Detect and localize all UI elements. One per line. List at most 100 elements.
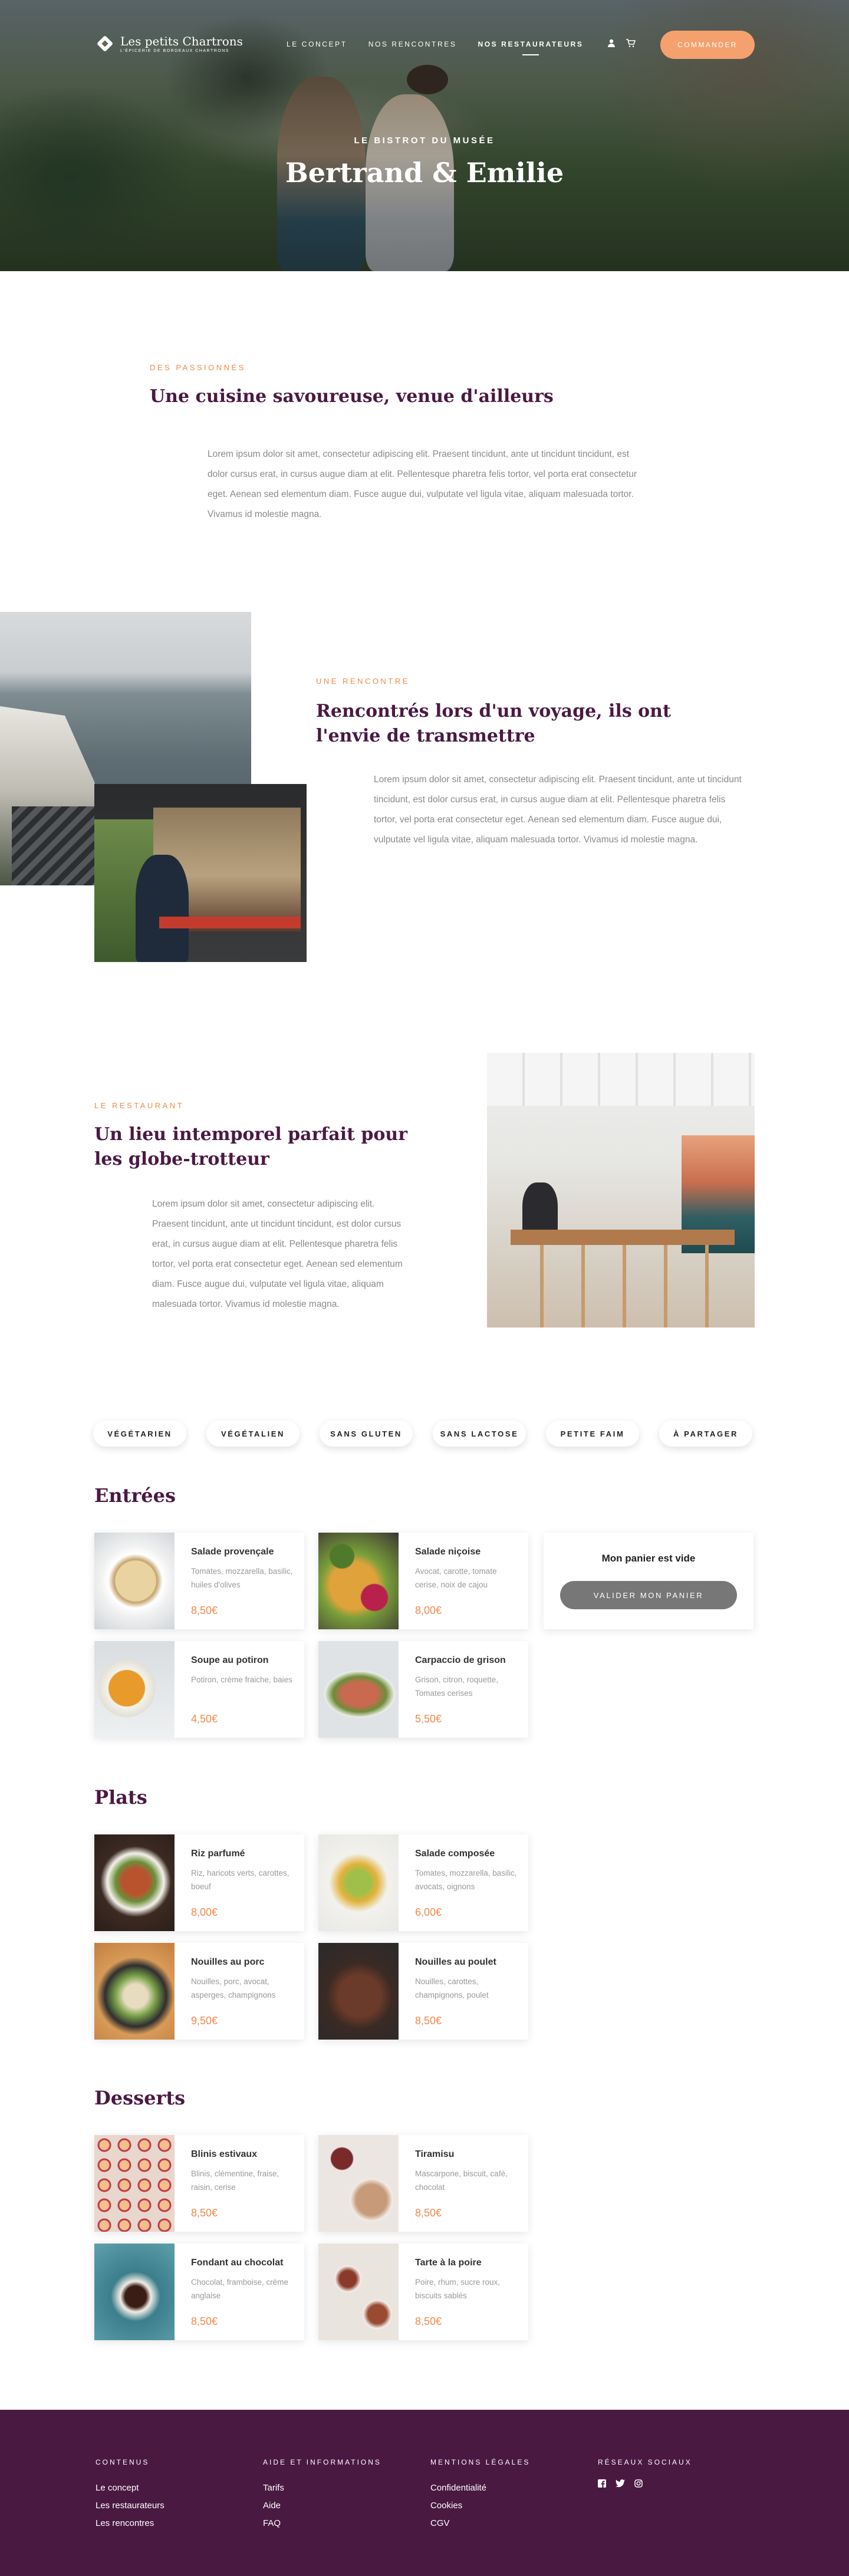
- dish-name: Carpaccio de grison: [415, 1655, 506, 1665]
- menu-card[interactable]: Nouilles au porc Nouilles, porc, avocat,…: [94, 1943, 304, 2040]
- menu-card[interactable]: Nouilles au poulet Nouilles, carottes, c…: [318, 1943, 528, 2040]
- site-footer: Contenus Le concept Les restaurateurs Le…: [0, 2410, 849, 2576]
- section2-title: Rencontrés lors d'un voyage, ils ont l'e…: [316, 701, 671, 746]
- dish-description: Tomates, mozzarella, basilic, huiles d'o…: [191, 1567, 293, 1589]
- dish-name: Tarte à la poire: [415, 2258, 482, 2268]
- footer-link-confidentialite[interactable]: Confidentialité: [430, 2479, 530, 2497]
- dish-photo: [318, 1943, 399, 2040]
- logo-diamond-icon: [94, 33, 116, 54]
- filter-vegetalien[interactable]: Végétalien: [206, 1421, 300, 1447]
- dish-description: Riz, haricots verts, carottes, boeuf: [191, 1869, 289, 1891]
- dish-photo: [94, 1641, 175, 1738]
- dish-description: Potiron, crème fraiche, baies: [191, 1675, 292, 1684]
- dish-photo: [94, 1533, 175, 1629]
- menu-card[interactable]: Soupe au potiron Potiron, crème fraiche,…: [94, 1641, 304, 1738]
- category-title-desserts: Desserts: [94, 2087, 186, 2109]
- site-logo[interactable]: Les petits Chartrons L'épicerie de Borde…: [94, 33, 243, 54]
- dish-photo: [94, 2135, 175, 2232]
- footer-link-cookies[interactable]: Cookies: [430, 2497, 530, 2515]
- dish-name: Salade composée: [415, 1849, 495, 1859]
- footer-link-aide[interactable]: Aide: [263, 2497, 381, 2515]
- menu-card[interactable]: Carpaccio de grison Grison, citron, roqu…: [318, 1641, 528, 1738]
- filter-vegetarien[interactable]: Végétarien: [93, 1421, 186, 1447]
- order-button[interactable]: Commander: [660, 31, 755, 59]
- dish-photo: [94, 1943, 175, 2040]
- dish-photo: [318, 1533, 399, 1629]
- user-icon[interactable]: [607, 39, 616, 49]
- dish-description: Tomates, mozzarella, basilic, avocats, o…: [415, 1869, 517, 1891]
- section1-kicker: Des passionnés: [150, 363, 246, 372]
- dish-price: 8,50€: [415, 2315, 442, 2327]
- dish-description: Chocolat, framboise, crème anglaise: [191, 2278, 289, 2300]
- dish-photo: [94, 1834, 175, 1931]
- dish-price: 8,50€: [191, 1605, 218, 1616]
- dish-price: 8,50€: [415, 2207, 442, 2219]
- photo-restaurant-interior: [487, 1053, 755, 1327]
- dish-description: Nouilles, porc, avocat, asperges, champi…: [191, 1977, 276, 1999]
- dish-name: Nouilles au porc: [191, 1957, 265, 1967]
- validate-cart-button[interactable]: Valider mon panier: [560, 1581, 737, 1609]
- menu-card[interactable]: Riz parfumé Riz, haricots verts, carotte…: [94, 1834, 304, 1931]
- dish-photo: [318, 2244, 399, 2340]
- filter-petite-faim[interactable]: Petite faim: [546, 1421, 639, 1447]
- menu-card[interactable]: Tiramisu Mascarpone, biscuit, café, choc…: [318, 2135, 528, 2232]
- dish-price: 4,50€: [191, 1713, 218, 1725]
- dish-price: 8,50€: [415, 2015, 442, 2027]
- menu-card[interactable]: Fondant au chocolat Chocolat, framboise,…: [94, 2244, 304, 2340]
- hero-kicker: Le Bistrot du Musée: [354, 136, 495, 146]
- logo-tagline: L'épicerie de Bordeaux Chartrons: [120, 48, 229, 53]
- dish-description: Poire, rhum, sucre roux, biscuits sablés: [415, 2278, 501, 2300]
- category-title-entrees: Entrées: [94, 1484, 176, 1507]
- logo-name: Les petits Chartrons: [120, 34, 243, 48]
- dish-description: Mascarpone, biscuit, café, chocolat: [415, 2169, 508, 2192]
- dish-description: Avocat, carotte, tomate cerise, noix de …: [415, 1567, 497, 1589]
- cart-icon[interactable]: [626, 39, 636, 49]
- footer-link-faq[interactable]: FAQ: [263, 2515, 381, 2532]
- menu-card[interactable]: Tarte à la poire Poire, rhum, sucre roux…: [318, 2244, 528, 2340]
- nav-link-rencontres[interactable]: Nos rencontres: [368, 40, 457, 48]
- section2-text: Lorem ipsum dolor sit amet, consectetur …: [374, 775, 742, 845]
- facebook-icon[interactable]: [598, 2479, 606, 2490]
- section3-title: Un lieu intemporel parfait pour les glob…: [94, 1124, 408, 1170]
- twitter-icon[interactable]: [616, 2479, 625, 2490]
- footer-heading-contenus: Contenus: [96, 2458, 150, 2466]
- section3-text: Lorem ipsum dolor sit amet, consectetur …: [152, 1199, 403, 1309]
- footer-heading-reseaux: Réseaux sociaux: [598, 2458, 692, 2466]
- footer-link-cgv[interactable]: CGV: [430, 2515, 530, 2532]
- filter-sans-lactose[interactable]: Sans lactose: [433, 1421, 526, 1447]
- dish-price: 8,00€: [415, 1605, 442, 1616]
- dish-price: 8,00€: [191, 1906, 218, 1918]
- hero-banner: Les petits Chartrons L'épicerie de Borde…: [0, 0, 849, 271]
- nav-link-concept[interactable]: Le concept: [287, 40, 347, 48]
- main-navigation: Les petits Chartrons L'épicerie de Borde…: [94, 31, 755, 59]
- dish-photo: [318, 1834, 399, 1931]
- footer-link-restaurateurs[interactable]: Les restaurateurs: [96, 2497, 164, 2515]
- cart-empty-title: Mon panier est vide: [601, 1553, 696, 1564]
- dish-name: Riz parfumé: [191, 1849, 245, 1859]
- dish-name: Salade provençale: [191, 1547, 274, 1557]
- menu-card[interactable]: Blinis estivaux Blinis, clémentine, frai…: [94, 2135, 304, 2232]
- section1-text: Lorem ipsum dolor sit amet, consectetur …: [208, 449, 637, 519]
- dish-name: Soupe au potiron: [191, 1655, 269, 1665]
- menu-card[interactable]: Salade niçoise Avocat, carotte, tomate c…: [318, 1533, 528, 1629]
- dish-name: Salade niçoise: [415, 1547, 481, 1557]
- dish-price: 8,50€: [191, 2315, 218, 2327]
- section1-title: Une cuisine savoureuse, venue d'ailleurs: [150, 386, 554, 407]
- menu-card[interactable]: Salade composée Tomates, mozzarella, bas…: [318, 1834, 528, 1931]
- footer-link-rencontres[interactable]: Les rencontres: [96, 2515, 164, 2532]
- menu-card[interactable]: Salade provençale Tomates, mozzarella, b…: [94, 1533, 304, 1629]
- dish-price: 8,50€: [191, 2207, 218, 2219]
- nav-link-restaurateurs[interactable]: Nos restaurateurs: [478, 40, 583, 55]
- footer-link-tarifs[interactable]: Tarifs: [263, 2479, 381, 2497]
- dish-photo: [318, 1641, 399, 1738]
- footer-link-concept[interactable]: Le concept: [96, 2479, 164, 2497]
- filter-a-partager[interactable]: À partager: [659, 1421, 752, 1447]
- dish-description: Nouilles, carottes, champignons, poulet: [415, 1977, 489, 1999]
- dish-name: Tiramisu: [415, 2149, 455, 2159]
- instagram-icon[interactable]: [634, 2479, 643, 2490]
- dish-name: Fondant au chocolat: [191, 2258, 284, 2268]
- dish-name: Blinis estivaux: [191, 2149, 258, 2159]
- dish-description: Blinis, clémentine, fraise, raisin, ceri…: [191, 2169, 279, 2192]
- filter-sans-gluten[interactable]: Sans gluten: [320, 1421, 413, 1447]
- hero-title: Bertrand & Emilie: [285, 157, 564, 189]
